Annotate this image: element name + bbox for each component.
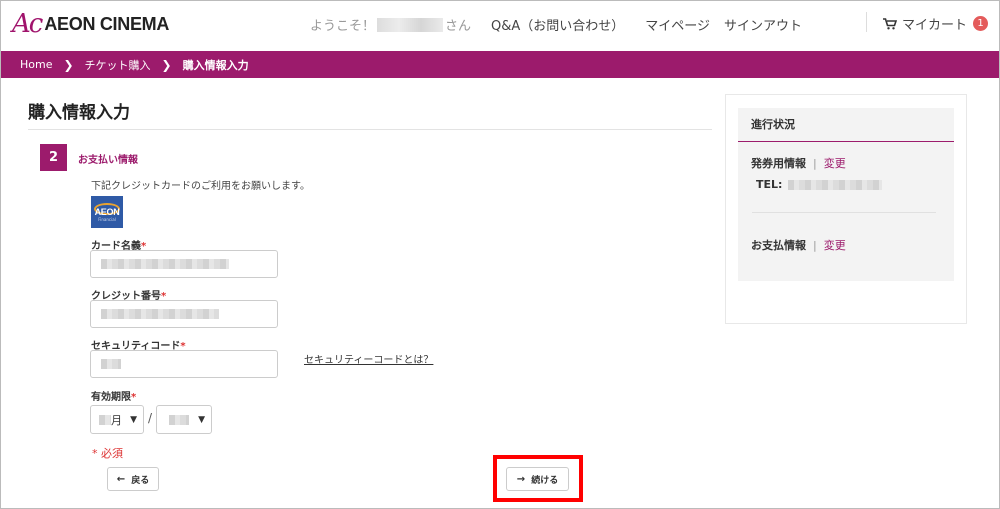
card-brand: AEON bbox=[94, 206, 120, 217]
arrow-left-icon: ← bbox=[116, 473, 126, 485]
change-ticket-info-link[interactable]: 変更 bbox=[824, 155, 846, 171]
site-header: Ac AEON CINEMA ようこそ！ さん Q&A（お問い合わせ） マイペー… bbox=[0, 0, 1000, 50]
required-mark: * bbox=[131, 392, 137, 403]
step-number-badge: 2 bbox=[40, 144, 67, 171]
payment-info-label: お支払情報 bbox=[751, 239, 806, 252]
back-button[interactable]: ← 戻る bbox=[107, 467, 159, 491]
breadcrumb-ticket-purchase[interactable]: チケット購入 bbox=[85, 57, 151, 73]
payment-intro-text: 下記クレジットカードのご利用をお願いします。 bbox=[91, 181, 310, 192]
expiry-month-select[interactable]: 月 ▼ bbox=[90, 405, 144, 434]
cart-icon bbox=[883, 17, 897, 29]
chevron-right-icon: ❯ bbox=[161, 57, 172, 72]
tel-number-redacted bbox=[788, 179, 883, 190]
cart-label: マイカート bbox=[902, 18, 968, 33]
security-code-field[interactable] bbox=[90, 350, 278, 378]
logo-mark: Ac bbox=[12, 9, 43, 39]
tel-row: TEL: bbox=[756, 178, 883, 191]
divider: | bbox=[813, 238, 817, 252]
security-code-help-link[interactable]: セキュリティーコードとは？ bbox=[304, 351, 433, 366]
aeon-card-logo: AEON Financial bbox=[91, 196, 123, 228]
back-button-label: 戻る bbox=[131, 475, 150, 486]
signout-link[interactable]: サインアウト bbox=[724, 15, 802, 34]
expiry-month-redacted bbox=[99, 414, 111, 425]
my-cart-link[interactable]: マイカート 1 bbox=[883, 14, 989, 33]
expiry-month-unit: 月 bbox=[111, 413, 122, 427]
expiry-year-redacted bbox=[169, 414, 189, 425]
card-number-redacted bbox=[101, 309, 219, 319]
card-brand-sub: Financial bbox=[98, 216, 116, 222]
caret-down-icon: ▼ bbox=[198, 414, 205, 425]
breadcrumb-current: 購入情報入力 bbox=[182, 58, 249, 72]
welcome-message: ようこそ！ さん bbox=[310, 15, 471, 34]
qa-link[interactable]: Q&A（お問い合わせ） bbox=[491, 15, 624, 34]
header-nav: ようこそ！ さん Q&A（お問い合わせ） マイページ サインアウト bbox=[310, 15, 802, 34]
card-number-field[interactable] bbox=[90, 300, 278, 328]
expiry-label: 有効期限* bbox=[91, 388, 136, 403]
ticket-info-row: 発券用情報 | 変更 bbox=[751, 155, 846, 171]
welcome-suffix: さん bbox=[445, 19, 472, 34]
breadcrumb-home[interactable]: Home bbox=[20, 58, 52, 71]
user-name-redacted bbox=[377, 17, 444, 32]
change-payment-info-link[interactable]: 変更 bbox=[824, 237, 846, 253]
divider: | bbox=[813, 156, 817, 170]
progress-heading: 進行状況 bbox=[738, 108, 954, 142]
security-code-redacted bbox=[101, 359, 121, 369]
logo-text: AEON CINEMA bbox=[44, 13, 170, 34]
card-name-field[interactable] bbox=[90, 250, 278, 278]
welcome-prefix: ようこそ！ bbox=[310, 19, 376, 34]
ticket-info-label: 発券用情報 bbox=[751, 157, 806, 170]
expiry-year-select[interactable]: ▼ bbox=[156, 405, 212, 434]
highlight-box bbox=[493, 455, 583, 502]
page-title: 購入情報入力 bbox=[28, 103, 130, 123]
aeon-cinema-logo[interactable]: Ac AEON CINEMA bbox=[12, 9, 169, 39]
expiry-separator: / bbox=[148, 411, 153, 425]
card-name-redacted bbox=[101, 259, 229, 269]
expiry-label-text: 有効期限 bbox=[91, 392, 131, 403]
chevron-right-icon: ❯ bbox=[63, 57, 74, 72]
side-divider bbox=[752, 212, 936, 213]
header-divider bbox=[866, 12, 867, 32]
cart-count-badge: 1 bbox=[973, 16, 989, 31]
step-label: お支払い情報 bbox=[78, 155, 138, 166]
caret-down-icon: ▼ bbox=[130, 414, 137, 425]
required-note: * 必須 bbox=[92, 447, 123, 460]
mypage-link[interactable]: マイページ bbox=[645, 15, 710, 34]
breadcrumb: Home ❯ チケット購入 ❯ 購入情報入力 bbox=[0, 51, 1000, 78]
tel-label: TEL: bbox=[756, 178, 783, 191]
payment-info-row: お支払情報 | 変更 bbox=[751, 237, 846, 253]
title-divider bbox=[28, 129, 712, 130]
